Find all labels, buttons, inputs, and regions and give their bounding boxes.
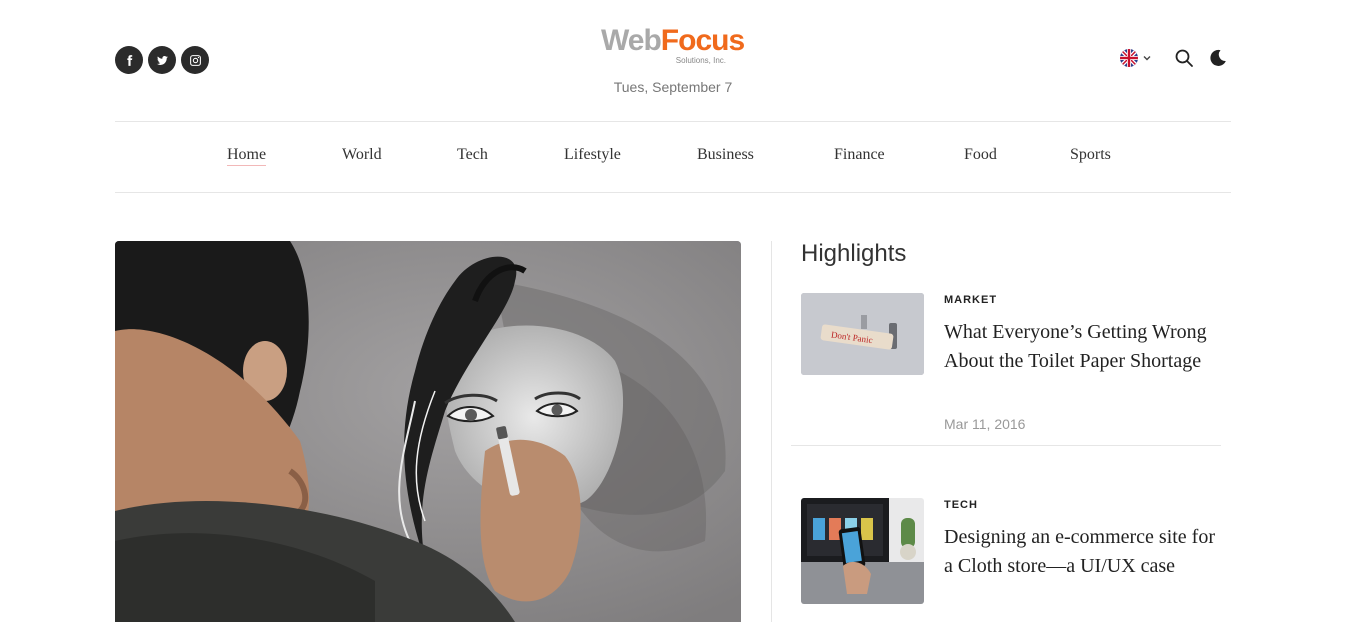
instagram-icon[interactable] <box>181 46 209 74</box>
card-thumbnail[interactable] <box>801 498 924 604</box>
logo-tagline: Solutions, Inc. <box>675 56 726 65</box>
card-title[interactable]: What Everyone’s Getting Wrong About the … <box>944 318 1224 376</box>
twitter-icon[interactable] <box>148 46 176 74</box>
header-divider <box>115 121 1231 122</box>
card-date: Mar 11, 2016 <box>944 416 1026 432</box>
chevron-down-icon[interactable] <box>1142 53 1152 63</box>
card-divider <box>791 445 1221 446</box>
column-divider <box>771 241 772 622</box>
card-thumbnail[interactable]: Don't Panic <box>801 293 924 375</box>
facebook-icon[interactable] <box>115 46 143 74</box>
nav-item-finance[interactable]: Finance <box>834 146 885 164</box>
header-tools <box>1120 48 1228 68</box>
site-logo[interactable]: WebFocus Solutions, Inc. <box>601 24 745 70</box>
nav-item-tech[interactable]: Tech <box>457 146 488 164</box>
search-icon[interactable] <box>1174 48 1194 68</box>
card-title[interactable]: Designing an e-commerce site for a Cloth… <box>944 523 1224 581</box>
card-category[interactable]: MARKET <box>944 294 997 306</box>
card-category[interactable]: TECH <box>944 499 978 511</box>
nav-item-business[interactable]: Business <box>697 146 754 164</box>
nav-item-sports[interactable]: Sports <box>1070 146 1111 164</box>
social-links <box>115 46 209 74</box>
nav-divider <box>115 192 1231 193</box>
header-date: Tues, September 7 <box>613 79 733 95</box>
moon-icon[interactable] <box>1208 48 1228 68</box>
main-nav: Home World Tech Lifestyle Business Finan… <box>115 146 1231 168</box>
logo-focus-text: Focus <box>660 24 745 57</box>
nav-item-home[interactable]: Home <box>227 146 267 166</box>
uk-flag-icon[interactable] <box>1120 49 1138 67</box>
featured-article-image[interactable] <box>115 241 741 622</box>
highlights-heading: Highlights <box>801 240 907 267</box>
nav-item-food[interactable]: Food <box>964 146 997 164</box>
logo-web-text: Web <box>601 24 662 57</box>
nav-item-lifestyle[interactable]: Lifestyle <box>564 146 621 164</box>
nav-item-world[interactable]: World <box>342 146 382 164</box>
